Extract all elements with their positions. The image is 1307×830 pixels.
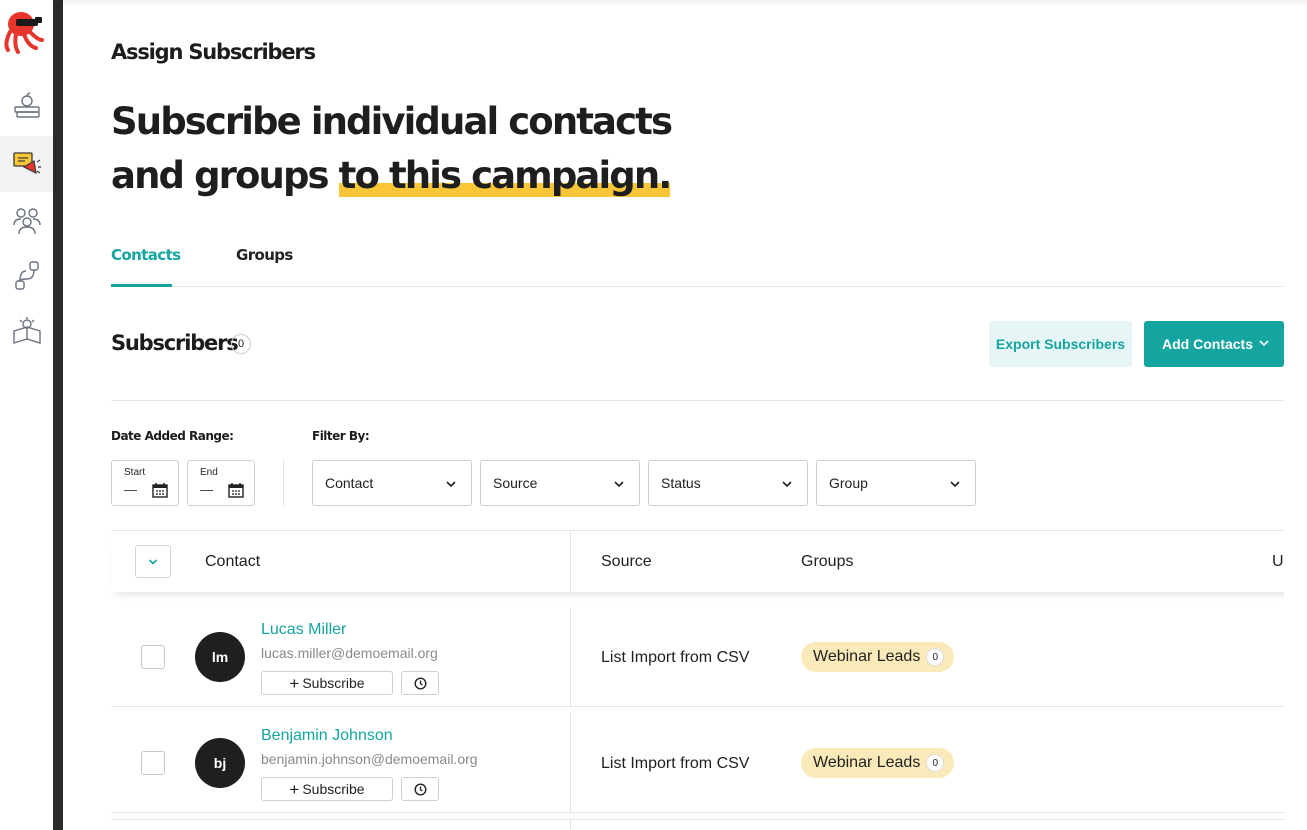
add-contacts-button[interactable]: Add Contacts <box>1144 321 1284 367</box>
contact-source: List Import from CSV <box>601 755 750 772</box>
sidebar-edge <box>53 0 63 830</box>
group-filter-select[interactable]: Group <box>816 460 976 506</box>
end-date-value: — <box>200 482 213 497</box>
end-date-field[interactable]: End — <box>187 460 255 506</box>
chevron-down-icon <box>1259 340 1269 347</box>
subscribers-title: Subscribers <box>111 331 239 355</box>
people-icon <box>12 208 41 235</box>
row-checkbox[interactable] <box>141 751 165 775</box>
plus-icon: + <box>289 673 300 693</box>
status-filter-select[interactable]: Status <box>648 460 808 506</box>
group-filter-value: Group <box>829 475 868 491</box>
column-separator <box>570 607 571 707</box>
table-header: Contact Source Groups U <box>111 531 1307 592</box>
status-filter-value: Status <box>661 475 701 491</box>
group-tag-label: Webinar Leads <box>813 648 921 665</box>
chevron-down-icon <box>782 481 792 488</box>
contact-email: lucas.miller@demoemail.org <box>261 645 438 661</box>
select-all-dropdown[interactable] <box>135 545 171 578</box>
clock-icon <box>413 782 427 796</box>
chevron-down-icon <box>148 558 158 565</box>
column-separator <box>570 820 571 830</box>
start-date-value: — <box>124 482 137 497</box>
contact-email: benjamin.johnson@demoemail.org <box>261 751 478 767</box>
tab-groups[interactable]: Groups <box>236 246 293 264</box>
contact-name-link[interactable]: Lucas Miller <box>261 621 346 639</box>
nav-item-campaigns[interactable] <box>0 136 53 192</box>
contact-source: List Import from CSV <box>601 649 750 666</box>
subscribe-button[interactable]: + Subscribe <box>261 777 393 801</box>
megaphone-icon <box>12 152 41 175</box>
avatar: lm <box>195 632 245 682</box>
contact-filter-value: Contact <box>325 475 374 491</box>
apple-books-icon <box>13 92 40 118</box>
chevron-down-icon <box>614 481 624 488</box>
schedule-button[interactable] <box>401 777 439 801</box>
filter-separator <box>283 460 284 506</box>
header-contact[interactable]: Contact <box>205 553 260 571</box>
calendar-icon <box>228 483 244 498</box>
learning-icon <box>12 317 41 344</box>
chevron-down-icon <box>446 481 456 488</box>
header-source[interactable]: Source <box>601 553 652 571</box>
start-date-label: Start <box>124 467 146 478</box>
group-tag-count: 0 <box>926 754 945 772</box>
tab-active-indicator <box>111 284 172 287</box>
avatar: bj <box>195 738 245 788</box>
group-tag[interactable]: Webinar Leads 0 <box>801 748 955 778</box>
contact-filter-select[interactable]: Contact <box>312 460 472 506</box>
calendar-icon <box>152 483 168 498</box>
row-checkbox[interactable] <box>141 645 165 669</box>
headline-highlight: to this campaign. <box>338 154 672 197</box>
subscribers-count-badge: 0 <box>231 334 251 354</box>
source-filter-select[interactable]: Source <box>480 460 640 506</box>
header-groups[interactable]: Groups <box>801 553 853 571</box>
column-separator <box>570 531 571 592</box>
page-eyebrow: Assign Subscribers <box>111 40 316 64</box>
table-row <box>111 819 1284 830</box>
nav-item-learning[interactable] <box>0 304 53 360</box>
table-row: lm Lucas Miller lucas.miller@demoemail.o… <box>111 607 1284 707</box>
contact-name-link[interactable]: Benjamin Johnson <box>261 727 393 745</box>
group-tag[interactable]: Webinar Leads 0 <box>801 642 955 672</box>
page-headline: Subscribe individual contacts and groups… <box>111 95 731 203</box>
sidebar <box>0 0 53 830</box>
start-date-field[interactable]: Start — <box>111 460 179 506</box>
group-tag-count: 0 <box>926 648 945 666</box>
table-row: bj Benjamin Johnson benjamin.johnson@dem… <box>111 713 1284 813</box>
section-divider <box>111 400 1284 401</box>
main-content: Assign Subscribers Subscribe individual … <box>111 0 1307 830</box>
export-subscribers-button[interactable]: Export Subscribers <box>989 321 1132 367</box>
clock-icon <box>413 676 427 690</box>
table-right-edge <box>1284 530 1307 830</box>
column-separator <box>570 713 571 813</box>
subscribe-button[interactable]: + Subscribe <box>261 671 393 695</box>
filter-by-label: Filter By: <box>312 429 370 443</box>
logo-icon[interactable] <box>2 10 44 54</box>
tab-contacts[interactable]: Contacts <box>111 246 181 264</box>
chevron-down-icon <box>950 481 960 488</box>
integrations-icon <box>14 261 39 290</box>
date-range-label: Date Added Range: <box>111 429 234 443</box>
nav-item-integrations[interactable] <box>0 248 53 304</box>
plus-icon: + <box>289 779 300 799</box>
nav-item-library[interactable] <box>0 78 53 134</box>
schedule-button[interactable] <box>401 671 439 695</box>
source-filter-value: Source <box>493 475 538 491</box>
header-truncated[interactable]: U <box>1272 553 1284 571</box>
end-date-label: End <box>200 467 218 478</box>
nav-item-contacts[interactable] <box>0 192 53 248</box>
subscribe-label: Subscribe <box>302 675 365 691</box>
tab-bar: Contacts Groups <box>111 236 1284 287</box>
subscribe-label: Subscribe <box>302 781 365 797</box>
group-tag-label: Webinar Leads <box>813 754 921 771</box>
add-contacts-label: Add Contacts <box>1162 336 1253 352</box>
